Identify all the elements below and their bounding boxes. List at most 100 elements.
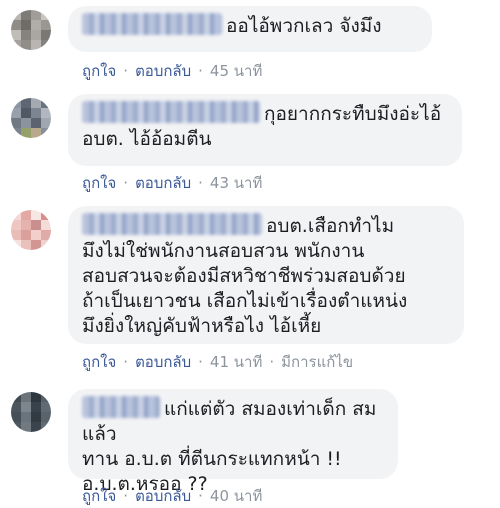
avatar-pixel <box>41 412 51 422</box>
like-link[interactable]: ถูกใจ <box>82 174 116 192</box>
avatar-pixel <box>21 98 31 108</box>
commenter-name-blurred[interactable] <box>82 396 160 418</box>
avatar-pixel <box>11 220 21 230</box>
edited-label[interactable]: มีการแก้ไข <box>281 353 353 371</box>
reply-link[interactable]: ตอบกลับ <box>135 353 191 371</box>
separator-dot: · <box>123 353 129 371</box>
comment-actions: ถูกใจ · ตอบกลับ · 45 นาที <box>82 59 262 83</box>
avatar-pixel <box>41 240 51 250</box>
reply-link[interactable]: ตอบกลับ <box>135 174 191 192</box>
avatar-pixel <box>41 128 51 138</box>
avatar-pixel <box>21 392 31 402</box>
avatar-pixel <box>31 10 41 20</box>
comment-bubble: ออไอ้พวกเลว จังมึง <box>68 6 432 52</box>
avatar-pixel <box>11 128 21 138</box>
avatar-pixel <box>31 128 41 138</box>
avatar-pixel <box>41 422 51 432</box>
avatar-pixel <box>31 118 41 128</box>
separator-dot: · <box>123 174 129 192</box>
avatar-pixel <box>11 98 21 108</box>
avatar-pixel <box>31 240 41 250</box>
like-link[interactable]: ถูกใจ <box>82 353 116 371</box>
avatar-pixel <box>31 422 41 432</box>
avatar-pixel <box>41 40 51 50</box>
avatar-pixel <box>41 210 51 220</box>
avatar-pixel <box>21 210 31 220</box>
avatar-pixel <box>31 230 41 240</box>
avatar-pixel <box>31 98 41 108</box>
like-link[interactable]: ถูกใจ <box>82 487 116 505</box>
avatar-pixel <box>21 20 31 30</box>
avatar-pixel <box>21 108 31 118</box>
avatar[interactable] <box>11 392 51 432</box>
avatar-pixel <box>11 30 21 40</box>
avatar-pixel <box>11 422 21 432</box>
avatar-pixel <box>31 220 41 230</box>
comment-bubble: แก่แต่ตัว สมองเท่าเด็ก สมแล้ว ทาน อ.บ.ต … <box>68 389 398 495</box>
avatar-pixel <box>11 118 21 128</box>
commenter-name-blurred[interactable] <box>82 213 262 235</box>
timestamp[interactable]: 43 นาที <box>210 174 262 192</box>
avatar-pixel <box>31 412 41 422</box>
avatar-pixel <box>11 402 21 412</box>
comment-bubble: กุอยากกระทืบมึงอ่ะไอ้ อบต. ไอ้อ้อมตีน <box>68 94 462 166</box>
separator-dot: · <box>269 353 275 371</box>
avatar-pixel <box>11 10 21 20</box>
avatar[interactable] <box>11 210 51 250</box>
separator-dot: · <box>198 487 203 505</box>
avatar-pixel <box>21 118 31 128</box>
avatar-pixel <box>21 412 31 422</box>
avatar-pixel <box>31 108 41 118</box>
separator-dot: · <box>123 487 129 505</box>
avatar-pixel <box>11 412 21 422</box>
comment-actions: ถูกใจ · ตอบกลับ · 41 นาที · มีการแก้ไข <box>82 350 353 374</box>
comment-actions: ถูกใจ · ตอบกลับ · 40 นาที <box>82 484 262 508</box>
avatar-pixel <box>31 402 41 412</box>
avatar-pixel <box>21 10 31 20</box>
commenter-name-blurred[interactable] <box>82 101 260 123</box>
comment-text: ออไอ้พวกเลว จังมึง <box>226 15 382 37</box>
avatar-pixel <box>31 30 41 40</box>
avatar-pixel <box>21 230 31 240</box>
avatar-pixel <box>11 108 21 118</box>
avatar-pixel <box>21 402 31 412</box>
avatar-pixel <box>31 392 41 402</box>
avatar-pixel <box>41 220 51 230</box>
comment-actions: ถูกใจ · ตอบกลับ · 43 นาที <box>82 171 262 195</box>
like-link[interactable]: ถูกใจ <box>82 62 116 80</box>
commenter-name-blurred[interactable] <box>82 13 222 35</box>
avatar-pixel <box>21 240 31 250</box>
avatar-pixel <box>41 30 51 40</box>
avatar-pixel <box>41 20 51 30</box>
avatar-pixel <box>41 402 51 412</box>
avatar-pixel <box>41 108 51 118</box>
comment-bubble: อบต.เสือกทำไม มึงไม่ใช่พนักงานสอบสวน พนั… <box>68 206 464 344</box>
separator-dot: · <box>198 62 203 80</box>
reply-link[interactable]: ตอบกลับ <box>135 62 191 80</box>
timestamp[interactable]: 40 นาที <box>210 487 262 505</box>
reply-link[interactable]: ตอบกลับ <box>135 487 191 505</box>
avatar[interactable] <box>11 10 51 50</box>
avatar-pixel <box>41 392 51 402</box>
avatar-pixel <box>11 210 21 220</box>
avatar-pixel <box>41 98 51 108</box>
separator-dot: · <box>198 353 203 371</box>
avatar-pixel <box>11 240 21 250</box>
timestamp[interactable]: 41 นาที <box>210 353 262 371</box>
avatar-pixel <box>31 210 41 220</box>
avatar-pixel <box>41 10 51 20</box>
avatar-pixel <box>41 230 51 240</box>
avatar-pixel <box>11 40 21 50</box>
avatar[interactable] <box>11 98 51 138</box>
timestamp[interactable]: 45 นาที <box>210 62 262 80</box>
avatar-pixel <box>21 40 31 50</box>
avatar-pixel <box>11 392 21 402</box>
separator-dot: · <box>123 62 129 80</box>
avatar-pixel <box>31 40 41 50</box>
separator-dot: · <box>198 174 203 192</box>
avatar-pixel <box>21 30 31 40</box>
avatar-pixel <box>21 220 31 230</box>
avatar-pixel <box>11 20 21 30</box>
avatar-pixel <box>21 422 31 432</box>
avatar-pixel <box>31 20 41 30</box>
